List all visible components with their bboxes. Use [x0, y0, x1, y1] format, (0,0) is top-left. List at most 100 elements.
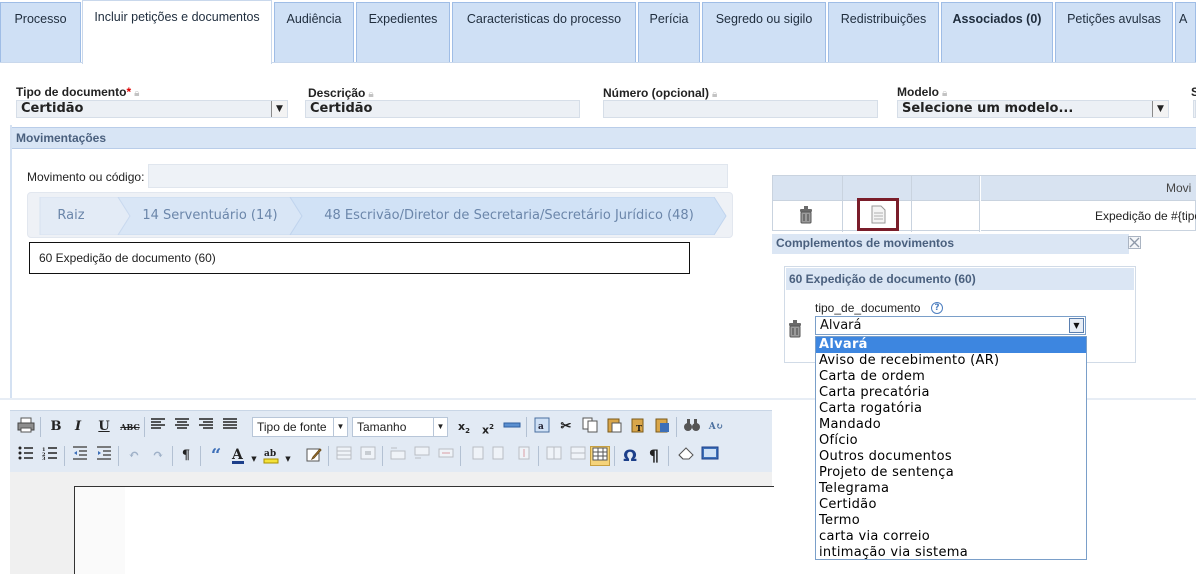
redo-icon[interactable]: ↷ — [148, 446, 168, 466]
option-item[interactable]: Certidão — [816, 497, 1086, 513]
option-item[interactable]: Carta precatória — [816, 385, 1086, 401]
paste-word-icon[interactable] — [652, 417, 672, 437]
align-left-icon[interactable] — [148, 417, 168, 437]
insert-col-after-icon[interactable] — [490, 446, 510, 466]
subscript-icon[interactable]: x2 — [454, 417, 474, 437]
help-icon[interactable]: ? — [931, 302, 943, 314]
blockquote-button[interactable]: “ — [206, 446, 226, 466]
special-char-button[interactable]: Ω — [620, 446, 640, 466]
option-item[interactable]: Carta rogatória — [816, 401, 1086, 417]
superscript-icon[interactable]: x2 — [478, 417, 498, 437]
chevron-down-icon[interactable]: ▼ — [333, 418, 347, 436]
select-all-icon[interactable]: a — [532, 417, 552, 437]
descricao-field[interactable]: Certidão — [305, 100, 580, 118]
cell-props-icon[interactable] — [358, 446, 378, 466]
tipo-documento-select[interactable]: Certidão ▼ — [16, 100, 288, 118]
horizontal-rule-icon[interactable] — [502, 417, 522, 437]
merge-cells-icon[interactable] — [568, 446, 588, 466]
tab-expedientes[interactable]: Expedientes — [356, 2, 450, 62]
chevron-down-icon[interactable]: ▼ — [250, 449, 258, 469]
show-blocks-button[interactable]: ¶ — [644, 446, 664, 466]
table-props-icon[interactable] — [334, 446, 354, 466]
replace-icon[interactable]: A↻ — [706, 417, 726, 437]
breadcrumb-escrivao[interactable]: 48 Escrivão/Diretor de Secretaria/Secret… — [304, 197, 714, 235]
cut-icon[interactable]: ✂ — [556, 417, 576, 437]
paste-text-icon[interactable]: T — [628, 417, 648, 437]
option-item[interactable]: carta via correio — [816, 529, 1086, 545]
text-color-icon[interactable]: A — [230, 446, 250, 466]
highlight-icon[interactable]: ab — [262, 446, 282, 466]
toolbar-separator — [526, 417, 527, 437]
option-item[interactable]: Alvará — [816, 337, 1086, 353]
chevron-down-icon[interactable]: ▼ — [1152, 101, 1168, 117]
chevron-down-icon[interactable]: ▼ — [284, 449, 292, 469]
bold-button[interactable]: B — [46, 417, 66, 437]
delete-col-icon[interactable] — [514, 446, 534, 466]
option-item[interactable]: Ofício — [816, 433, 1086, 449]
option-item[interactable]: Telegrama — [816, 481, 1086, 497]
align-center-icon[interactable] — [172, 417, 192, 437]
editor-document[interactable] — [74, 486, 774, 574]
option-item[interactable]: Mandado — [816, 417, 1086, 433]
movimento-input[interactable] — [148, 164, 728, 188]
chevron-down-icon[interactable]: ▼ — [433, 418, 447, 436]
option-item[interactable]: Outros documentos — [816, 449, 1086, 465]
undo-icon[interactable]: ↶ — [124, 446, 144, 466]
delete-row-icon[interactable] — [436, 446, 456, 466]
copy-icon[interactable] — [580, 417, 600, 437]
insert-row-before-icon[interactable] — [388, 446, 408, 466]
breadcrumb-raiz[interactable]: Raiz — [42, 197, 100, 235]
paste-icon[interactable] — [604, 417, 624, 437]
close-icon[interactable] — [1128, 236, 1141, 249]
option-item[interactable]: Carta de ordem — [816, 369, 1086, 385]
bullet-list-icon[interactable] — [16, 446, 36, 466]
print-icon[interactable] — [16, 417, 36, 437]
chevron-down-icon[interactable]: ▼ — [271, 101, 287, 117]
tab-peticoes-avulsas[interactable]: Petições avulsas — [1055, 2, 1173, 62]
tab-pericia[interactable]: Perícia — [638, 2, 700, 62]
align-justify-icon[interactable] — [220, 417, 240, 437]
tab-redistribuicoes[interactable]: Redistribuições — [828, 2, 939, 62]
tab-caracteristicas[interactable]: Caracteristicas do processo — [452, 2, 636, 62]
find-icon[interactable] — [682, 417, 702, 437]
option-item[interactable]: intimação via sistema — [816, 545, 1086, 561]
numero-label: Número (opcional) 🔒︎ — [603, 86, 718, 100]
italic-button[interactable]: I — [68, 417, 88, 437]
document-button[interactable] — [857, 198, 899, 231]
tab-associados[interactable]: Associados (0) — [941, 2, 1053, 62]
tab-audiencia[interactable]: Audiência — [274, 2, 354, 62]
tab-overflow[interactable]: A — [1175, 2, 1196, 62]
complementos-section-title: 60 Expedição de documento (60) — [786, 268, 1134, 290]
option-item[interactable]: Projeto de sentença — [816, 465, 1086, 481]
breadcrumb-serventuario[interactable]: 14 Serventuário (14) — [130, 197, 290, 235]
indent-icon[interactable] — [94, 446, 114, 466]
edit-icon[interactable] — [304, 446, 324, 466]
tab-incluir-peticoes[interactable]: Incluir petições e documentos — [82, 0, 272, 64]
trash-icon[interactable] — [787, 320, 803, 341]
chevron-down-icon[interactable]: ▼ — [1069, 318, 1084, 333]
option-item[interactable]: Termo — [816, 513, 1086, 529]
eraser-icon[interactable] — [676, 446, 696, 466]
numero-field[interactable] — [603, 100, 878, 118]
trash-icon[interactable] — [798, 206, 814, 227]
tipo-de-documento-select[interactable]: Alvará ▼ — [815, 316, 1086, 335]
toolbar-separator — [382, 446, 383, 466]
insert-row-after-icon[interactable] — [412, 446, 432, 466]
underline-button[interactable]: U — [94, 417, 114, 437]
outdent-icon[interactable] — [70, 446, 90, 466]
split-cells-icon[interactable] — [544, 446, 564, 466]
tab-processo[interactable]: Processo — [0, 2, 81, 62]
tab-segredo[interactable]: Segredo ou sigilo — [702, 2, 826, 62]
option-item[interactable]: Aviso de recebimento (AR) — [816, 353, 1086, 369]
font-size-select[interactable]: Tamanho ▼ — [352, 417, 448, 437]
strikethrough-button[interactable]: ABC — [120, 417, 140, 437]
table-icon[interactable] — [590, 446, 610, 466]
selected-movimento[interactable]: 60 Expedição de documento (60) — [29, 242, 690, 274]
numbered-list-icon[interactable]: 123 — [40, 446, 60, 466]
font-family-select[interactable]: Tipo de fonte ▼ — [252, 417, 348, 437]
fullscreen-icon[interactable] — [700, 446, 720, 466]
insert-col-before-icon[interactable] — [466, 446, 486, 466]
align-right-icon[interactable] — [196, 417, 216, 437]
paragraph-icon[interactable]: ¶ — [176, 446, 196, 466]
modelo-select[interactable]: Selecione um modelo... ▼ — [897, 100, 1169, 118]
